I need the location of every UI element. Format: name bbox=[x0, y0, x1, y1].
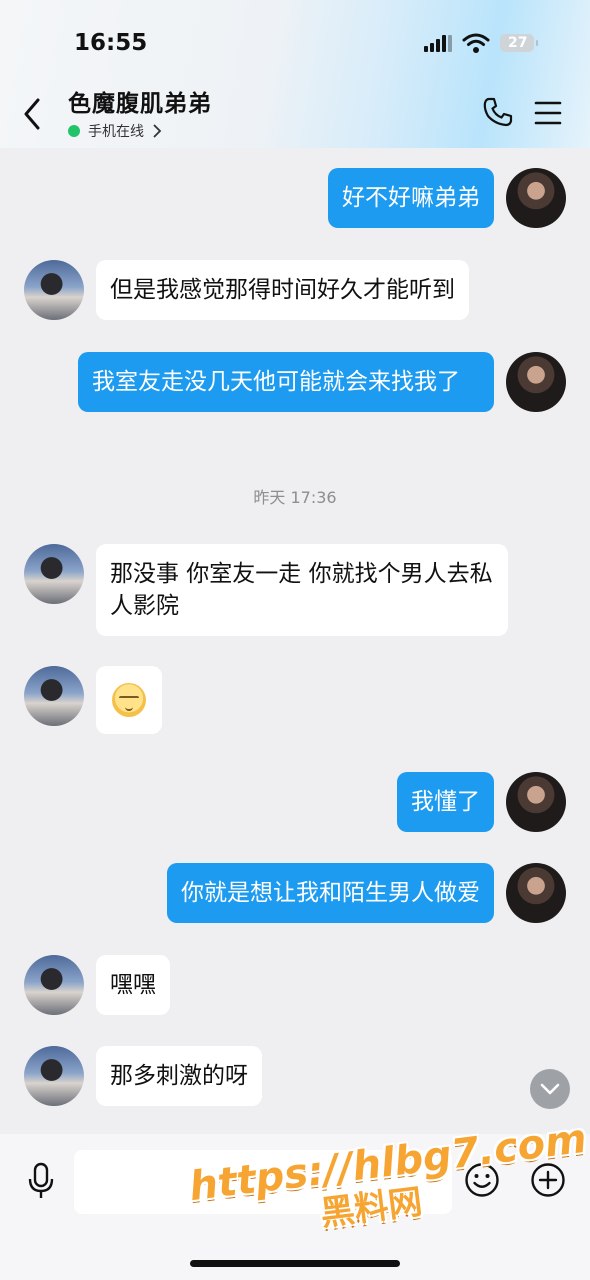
incoming-message-bubble[interactable]: 那没事 你室友一走 你就找个男人去私人影院 bbox=[96, 544, 508, 636]
message-row: 那没事 你室友一走 你就找个男人去私人影院 bbox=[24, 544, 508, 636]
wifi-icon bbox=[462, 33, 490, 53]
back-arrow-icon[interactable] bbox=[18, 96, 48, 132]
incoming-message-bubble[interactable]: 嘿嘿 bbox=[96, 955, 170, 1015]
status-time: 16:55 bbox=[74, 30, 148, 56]
my-avatar[interactable] bbox=[506, 352, 566, 412]
home-indicator[interactable] bbox=[190, 1260, 400, 1267]
online-status-label: 手机在线 bbox=[88, 124, 144, 140]
outgoing-message-bubble[interactable]: 你就是想让我和陌生男人做爱 bbox=[167, 863, 494, 923]
cellular-signal-icon bbox=[424, 34, 454, 52]
message-row: 那多刺激的呀 bbox=[24, 1046, 262, 1106]
chevron-right-icon bbox=[153, 124, 162, 138]
contact-avatar[interactable] bbox=[24, 666, 84, 726]
phone-call-icon[interactable] bbox=[482, 96, 514, 128]
scroll-to-bottom-button[interactable] bbox=[530, 1069, 570, 1109]
battery-icon: 27 bbox=[500, 34, 538, 52]
incoming-emoji-bubble[interactable] bbox=[96, 666, 162, 734]
message-row: 你就是想让我和陌生男人做爱 bbox=[167, 863, 566, 923]
online-dot-icon bbox=[68, 125, 80, 137]
message-row: 我懂了 bbox=[397, 772, 566, 832]
chat-title[interactable]: 色魔腹肌弟弟 bbox=[68, 84, 212, 118]
incoming-message-bubble[interactable]: 那多刺激的呀 bbox=[96, 1046, 262, 1106]
outgoing-message-bubble[interactable]: 好不好嘛弟弟 bbox=[328, 168, 494, 228]
outgoing-message-bubble[interactable]: 我室友走没几天他可能就会来找我了 bbox=[78, 352, 494, 412]
outgoing-message-bubble[interactable]: 我懂了 bbox=[397, 772, 494, 832]
chevron-down-icon bbox=[540, 1083, 560, 1095]
menu-icon[interactable] bbox=[534, 100, 562, 126]
microphone-icon[interactable] bbox=[26, 1162, 56, 1200]
message-row: 好不好嘛弟弟 bbox=[328, 168, 566, 228]
relieved-face-icon bbox=[112, 683, 146, 717]
message-row: 但是我感觉那得时间好久才能听到 bbox=[24, 260, 469, 320]
contact-avatar[interactable] bbox=[24, 955, 84, 1015]
message-row: 嘿嘿 bbox=[24, 955, 170, 1015]
message-timestamp: 昨天 17:36 bbox=[253, 488, 337, 507]
my-avatar[interactable] bbox=[506, 863, 566, 923]
contact-avatar[interactable] bbox=[24, 260, 84, 320]
my-avatar[interactable] bbox=[506, 168, 566, 228]
message-row: 我室友走没几天他可能就会来找我了 bbox=[78, 352, 566, 412]
my-avatar[interactable] bbox=[506, 772, 566, 832]
message-row bbox=[24, 666, 162, 734]
contact-avatar[interactable] bbox=[24, 1046, 84, 1106]
contact-avatar[interactable] bbox=[24, 544, 84, 604]
incoming-message-bubble[interactable]: 但是我感觉那得时间好久才能听到 bbox=[96, 260, 469, 320]
online-status[interactable]: 手机在线 bbox=[68, 121, 162, 141]
